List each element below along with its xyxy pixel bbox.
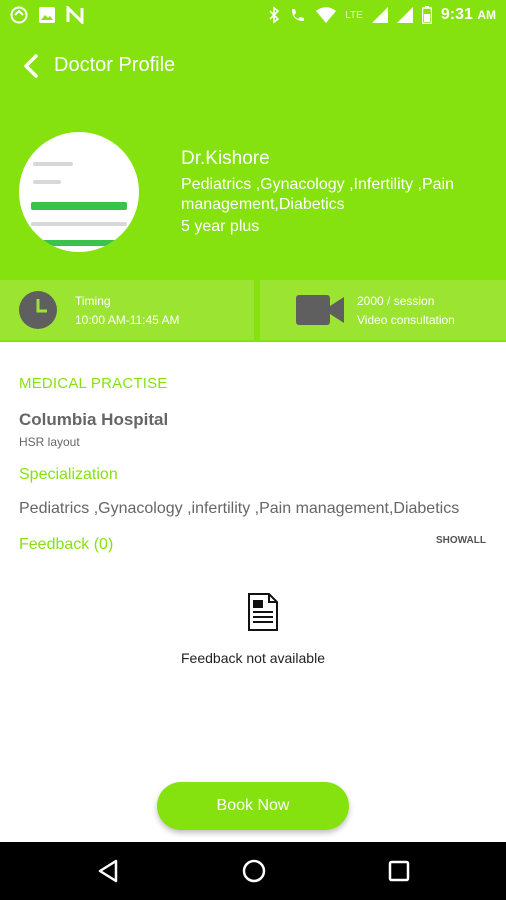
back-triangle-icon[interactable] [94,856,124,886]
profile-header: Doctor Profile Dr.Kishore Pediatrics ,Gy… [0,32,506,278]
system-nav-bar [0,842,506,900]
doctor-avatar [19,132,139,252]
network-type: LTE [345,9,363,21]
info-bar: Timing 10:00 AM-11:45 AM 2000 / session … [0,278,506,342]
medical-practise-heading: MEDICAL PRACTISE [19,375,168,392]
feedback-heading: Feedback (0) [19,536,114,553]
show-all-button[interactable]: SHOWALL [436,535,486,546]
hospital-name: Columbia Hospital [19,410,169,429]
bluetooth-icon [269,6,280,24]
consultation-type: Video consultation [357,313,455,327]
back-arrow-icon[interactable] [18,52,46,80]
doctor-name: Dr.Kishore [181,148,270,169]
doctor-specialties: Pediatrics ,Gynacology ,Infertility ,Pai… [181,176,455,213]
video-camera-icon [296,295,344,325]
doctor-experience: 5 year plus [181,218,260,235]
n-logo-icon [66,6,84,24]
feedback-empty-message: Feedback not available [181,650,325,666]
session-fee: 2000 / session [357,294,435,308]
specialization-heading: Specialization [19,466,118,483]
recents-square-icon[interactable] [384,856,414,886]
session-cell: 2000 / session Video consultation [260,280,506,340]
timing-label: Timing [75,294,111,308]
status-bar: LTE 9:31 AM [0,0,506,32]
battery-icon [421,6,432,24]
document-icon [248,593,278,631]
timing-value: 10:00 AM-11:45 AM [75,313,180,327]
wifi-calling-icon [292,9,305,21]
book-now-button[interactable]: Book Now [157,782,349,830]
hospital-address: HSR layout [19,435,80,449]
home-circle-icon[interactable] [239,856,269,886]
clock: 9:31 AM [440,6,496,23]
clock-icon [19,291,57,329]
wifi-icon [316,7,337,23]
signal-icon [396,7,413,23]
signal-icon [371,7,388,23]
image-icon [39,7,55,23]
sync-icon [10,6,28,24]
specialization-list: Pediatrics ,Gynacology ,infertility ,Pai… [19,500,460,517]
timing-cell: Timing 10:00 AM-11:45 AM [0,280,254,340]
page-title: Doctor Profile [54,54,176,76]
